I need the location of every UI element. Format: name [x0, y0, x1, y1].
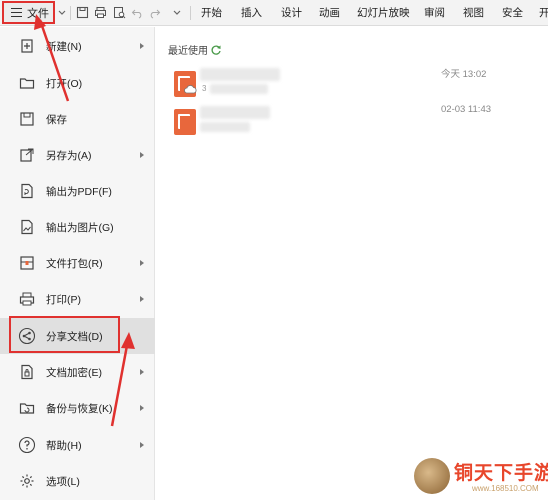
watermark-text: 铜天下手游 — [454, 462, 548, 484]
file-time: 02-03 11:43 — [441, 104, 492, 115]
watermark-logo: 铜天下手游 www.168510.COM — [414, 456, 548, 500]
recent-title: 最近使用 — [168, 46, 208, 57]
recent-header: 最近使用 — [168, 42, 222, 57]
presentation-file-icon — [174, 109, 196, 135]
blurred-filepath — [200, 122, 250, 132]
file-time: 今天 13:02 — [441, 69, 487, 80]
recent-file-row[interactable]: 02-03 11:43 — [168, 104, 528, 140]
refresh-icon[interactable] — [210, 44, 222, 56]
coin-logo-icon — [414, 458, 450, 494]
blurred-filename — [200, 68, 280, 81]
blurred-filename — [200, 106, 270, 119]
cloud-icon — [184, 85, 197, 94]
recent-file-row[interactable]: 3 今天 13:02 — [168, 66, 528, 102]
file-subtext: 3 — [202, 84, 207, 93]
watermark-url: www.168510.COM — [472, 484, 539, 493]
blurred-filepath — [210, 84, 268, 94]
